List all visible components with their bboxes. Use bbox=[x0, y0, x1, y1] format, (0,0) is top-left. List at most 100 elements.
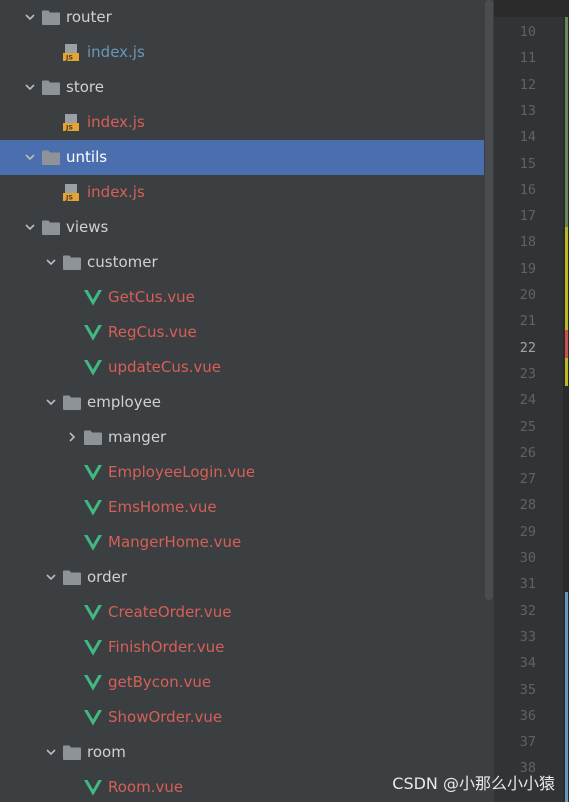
file-node[interactable]: ShowOrder.vue bbox=[0, 700, 494, 735]
folder-icon bbox=[42, 150, 60, 169]
file-label: ShowOrder.vue bbox=[108, 708, 223, 726]
vue-file-icon bbox=[84, 465, 102, 485]
javascript-file-icon: JS bbox=[63, 44, 79, 65]
line-number: 10 bbox=[519, 24, 536, 40]
file-node[interactable]: EmployeeLogin.vue bbox=[0, 455, 494, 490]
line-number: 19 bbox=[519, 260, 536, 277]
file-node[interactable]: EmsHome.vue bbox=[0, 490, 494, 525]
line-number: 20 bbox=[519, 287, 536, 303]
gutter-header bbox=[494, 0, 569, 17]
line-number: 22 bbox=[519, 339, 536, 356]
file-node[interactable]: MangerHome.vue bbox=[0, 525, 494, 560]
file-node[interactable]: FinishOrder.vue bbox=[0, 630, 494, 665]
file-node[interactable]: GetCus.vue bbox=[0, 280, 494, 315]
file-node[interactable]: CreateOrder.vue bbox=[0, 595, 494, 630]
vcs-change-marker[interactable] bbox=[565, 17, 568, 227]
line-number: 31 bbox=[519, 576, 536, 593]
editor-gutter: 10 11 12 13 14 15 16 17 18 19 20 21 22 23 24 25 26 27 28 29… bbox=[494, 0, 569, 802]
folder-node[interactable]: store bbox=[0, 70, 494, 105]
vue-file-icon bbox=[84, 640, 102, 660]
line-number: 25 bbox=[519, 418, 536, 435]
chevron-right-icon[interactable] bbox=[65, 430, 79, 444]
line-number: 16 bbox=[519, 181, 536, 198]
folder-node[interactable]: employee bbox=[0, 385, 494, 420]
project-tree: router JS index.js store JS index.js untils JS i… bbox=[0, 0, 494, 802]
folder-label: employee bbox=[87, 393, 162, 411]
file-node[interactable]: JS index.js bbox=[0, 105, 494, 140]
line-number: 14 bbox=[519, 129, 536, 146]
folder-icon bbox=[63, 395, 81, 414]
file-node[interactable]: updateCus.vue bbox=[0, 350, 494, 385]
line-number: 34 bbox=[519, 655, 536, 672]
folder-label: room bbox=[87, 743, 126, 761]
line-number: 23 bbox=[519, 365, 536, 382]
line-number: 13 bbox=[519, 102, 536, 119]
vcs-change-marker[interactable] bbox=[565, 358, 568, 386]
file-label: GetCus.vue bbox=[108, 288, 195, 306]
vcs-change-marker[interactable] bbox=[565, 592, 568, 802]
folder-node[interactable]: customer bbox=[0, 245, 494, 280]
folder-icon bbox=[42, 220, 60, 239]
chevron-down-icon[interactable] bbox=[23, 80, 37, 94]
file-label: index.js bbox=[87, 183, 145, 201]
file-node[interactable]: RegCus.vue bbox=[0, 315, 494, 350]
vue-file-icon bbox=[84, 290, 102, 310]
line-number: 36 bbox=[519, 707, 536, 724]
vue-file-icon bbox=[84, 500, 102, 520]
chevron-down-icon[interactable] bbox=[23, 150, 37, 164]
line-number: 24 bbox=[519, 392, 536, 409]
line-number: 17 bbox=[519, 208, 536, 225]
line-number: 37 bbox=[519, 734, 536, 751]
folder-label: store bbox=[66, 78, 104, 96]
folder-icon bbox=[63, 570, 81, 589]
line-number: 29 bbox=[519, 523, 536, 540]
chevron-down-icon[interactable] bbox=[44, 745, 58, 759]
vue-file-icon bbox=[84, 675, 102, 695]
file-label: EmsHome.vue bbox=[108, 498, 217, 516]
chevron-down-icon[interactable] bbox=[44, 570, 58, 584]
file-label: getBycon.vue bbox=[108, 673, 212, 691]
tree-scrollbar-thumb[interactable] bbox=[485, 0, 493, 600]
line-number: 33 bbox=[519, 628, 536, 645]
watermark: CSDN @小那么小小猿 bbox=[392, 774, 555, 793]
vue-file-icon bbox=[84, 605, 102, 625]
folder-icon bbox=[42, 80, 60, 99]
file-node[interactable]: JS index.js bbox=[0, 175, 494, 210]
folder-node[interactable]: manger bbox=[0, 420, 494, 455]
folder-node[interactable]: views bbox=[0, 210, 494, 245]
folder-icon bbox=[42, 10, 60, 29]
line-number: 32 bbox=[519, 602, 536, 619]
line-number: 28 bbox=[519, 497, 536, 514]
file-label: MangerHome.vue bbox=[108, 533, 242, 551]
vue-file-icon bbox=[84, 710, 102, 730]
folder-label: order bbox=[87, 568, 127, 586]
folder-label: manger bbox=[108, 428, 167, 446]
file-node[interactable]: JS index.js bbox=[0, 35, 494, 70]
svg-text:JS: JS bbox=[65, 54, 73, 62]
line-number: 21 bbox=[519, 313, 536, 330]
chevron-down-icon[interactable] bbox=[23, 220, 37, 234]
folder-node[interactable]: order bbox=[0, 560, 494, 595]
line-number: 11 bbox=[519, 50, 536, 67]
svg-text:JS: JS bbox=[65, 124, 73, 132]
folder-icon bbox=[63, 255, 81, 274]
folder-node[interactable]: room bbox=[0, 735, 494, 770]
svg-text:JS: JS bbox=[65, 194, 73, 202]
chevron-down-icon[interactable] bbox=[44, 395, 58, 409]
vcs-change-marker[interactable] bbox=[565, 330, 568, 358]
folder-node[interactable]: untils bbox=[0, 140, 494, 175]
file-node[interactable]: getBycon.vue bbox=[0, 665, 494, 700]
vcs-change-marker[interactable] bbox=[565, 227, 568, 330]
javascript-file-icon: JS bbox=[63, 114, 79, 135]
vue-file-icon bbox=[84, 780, 102, 800]
line-number: 30 bbox=[519, 550, 536, 566]
folder-label: router bbox=[66, 8, 112, 26]
file-label: RegCus.vue bbox=[108, 323, 197, 341]
folder-node[interactable]: router bbox=[0, 0, 494, 35]
line-number: 15 bbox=[519, 155, 536, 172]
folder-icon bbox=[63, 745, 81, 764]
folder-label: views bbox=[66, 218, 109, 236]
file-label: index.js bbox=[87, 113, 145, 131]
chevron-down-icon[interactable] bbox=[44, 255, 58, 269]
chevron-down-icon[interactable] bbox=[23, 10, 37, 24]
